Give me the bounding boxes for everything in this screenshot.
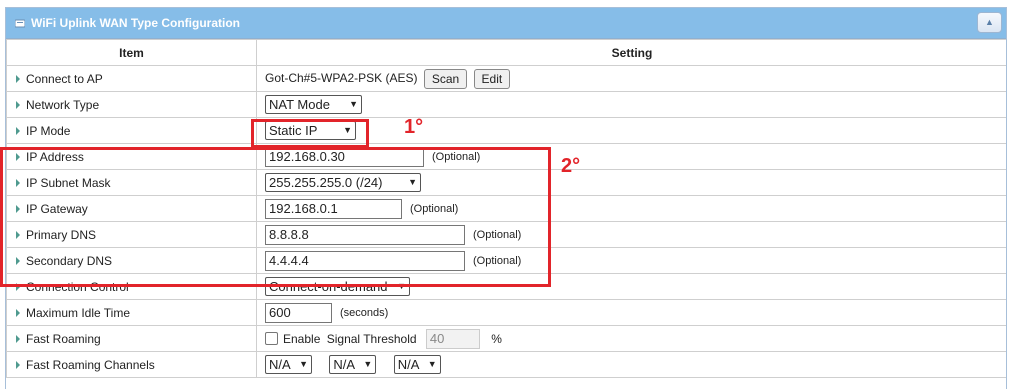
signal-threshold-input[interactable]: 40 [425, 328, 480, 349]
signal-threshold-label: Signal Threshold [326, 331, 417, 346]
row-network-type: Network Type NAT Mode ▼ [6, 91, 1006, 118]
chevron-down-icon: ▼ [427, 359, 437, 369]
label-ip-mode: IP Mode [26, 123, 71, 138]
panel-title: WiFi Uplink WAN Type Configuration [31, 16, 240, 30]
row-fast-roaming: Fast Roaming Enable Signal Threshold 40 … [6, 325, 1006, 352]
panel-title-bar: WiFi Uplink WAN Type Configuration ▲ [6, 8, 1006, 39]
fast-roaming-enable-checkbox[interactable] [265, 332, 278, 345]
column-header-setting: Setting [256, 39, 1006, 66]
annotation-box-2 [0, 147, 551, 287]
roaming-channel-2-value: N/A [333, 357, 356, 372]
scan-button[interactable]: Scan [423, 68, 468, 89]
row-fast-roaming-channels: Fast Roaming Channels N/A ▼ N/A ▼ N/A ▼ [6, 351, 1006, 378]
chevron-down-icon: ▼ [349, 99, 358, 109]
triangle-right-icon [16, 334, 20, 343]
network-type-value: NAT Mode [269, 97, 330, 112]
chevron-down-icon: ▼ [299, 359, 308, 369]
roaming-channel-1-value: N/A [269, 357, 291, 372]
fast-roaming-enable-label: Enable [283, 331, 321, 346]
collapse-button[interactable]: ▲ [977, 12, 1002, 33]
roaming-channel-3-value: N/A [397, 357, 420, 372]
row-connect-to-ap: Connect to AP Got-Ch#5-WPA2-PSK (AES) Sc… [6, 65, 1006, 92]
triangle-right-icon [16, 74, 20, 83]
triangle-right-icon [16, 308, 20, 317]
ap-name: Got-Ch#5-WPA2-PSK (AES) [265, 70, 418, 85]
label-network-type: Network Type [26, 97, 100, 112]
roaming-channel-2-select[interactable]: N/A ▼ [329, 355, 377, 374]
label-max-idle-time: Maximum Idle Time [26, 305, 131, 320]
max-idle-time-input[interactable]: 600 [265, 302, 332, 323]
annotation-label-2: 2° [561, 155, 581, 177]
label-fast-roaming-channels: Fast Roaming Channels [26, 357, 155, 372]
chevron-up-icon: ▲ [985, 17, 994, 27]
panel-icon [15, 19, 25, 28]
roaming-channel-3-select[interactable]: N/A ▼ [393, 355, 441, 374]
triangle-right-icon [16, 100, 20, 109]
annotation-label-1: 1° [404, 116, 424, 138]
label-fast-roaming: Fast Roaming [26, 331, 101, 346]
edit-button[interactable]: Edit [473, 68, 511, 89]
triangle-right-icon [16, 360, 20, 369]
label-connect-to-ap: Connect to AP [26, 71, 103, 86]
annotation-box-1 [251, 119, 369, 148]
column-header-item: Item [6, 39, 257, 66]
signal-threshold-unit: % [491, 331, 502, 346]
chevron-down-icon: ▼ [363, 359, 373, 369]
max-idle-time-unit: (seconds) [340, 306, 389, 319]
triangle-right-icon [16, 126, 20, 135]
row-ip-mode: IP Mode Static IP ▼ [6, 117, 1006, 144]
network-type-select[interactable]: NAT Mode ▼ [265, 95, 362, 114]
roaming-channel-1-select[interactable]: N/A ▼ [265, 355, 312, 374]
table-header: Item Setting [6, 39, 1006, 66]
row-max-idle-time: Maximum Idle Time 600 (seconds) [6, 299, 1006, 326]
